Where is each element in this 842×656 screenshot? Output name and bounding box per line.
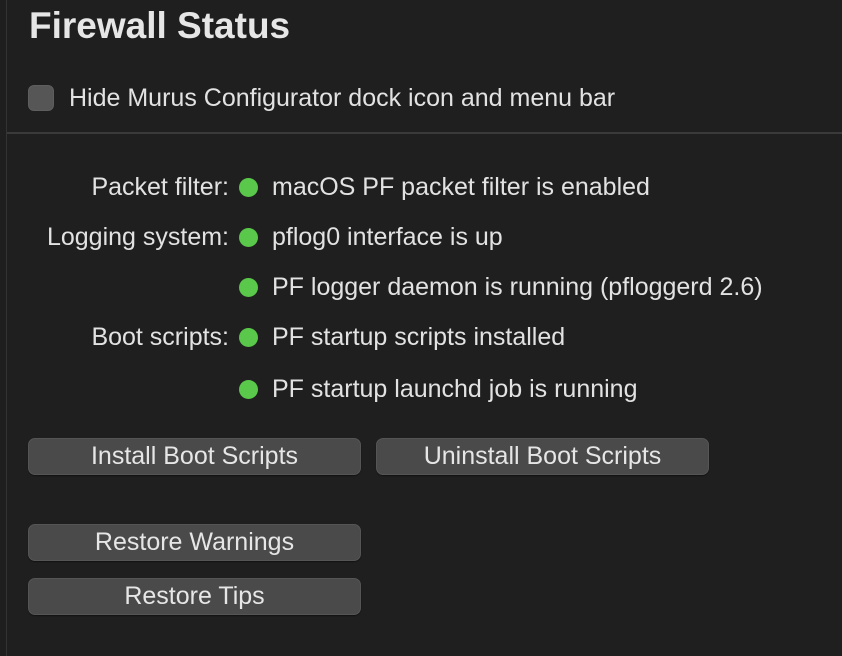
status-row-packet-filter: Packet filter: macOS PF packet filter is… — [0, 171, 842, 203]
launchd-status: PF startup launchd job is running — [272, 375, 638, 403]
uninstall-boot-scripts-button[interactable]: Uninstall Boot Scripts — [376, 438, 709, 475]
status-row-boot-scripts: Boot scripts: PF startup scripts install… — [0, 321, 842, 353]
install-boot-scripts-button[interactable]: Install Boot Scripts — [28, 438, 361, 475]
section-separator — [7, 132, 842, 134]
hide-dock-label[interactable]: Hide Murus Configurator dock icon and me… — [69, 84, 615, 113]
status-row-logging: Logging system: pflog0 interface is up — [0, 221, 842, 253]
hide-dock-checkbox[interactable] — [28, 85, 54, 111]
restore-warnings-button[interactable]: Restore Warnings — [28, 524, 361, 561]
page-title: Firewall Status — [29, 5, 291, 46]
startup-scripts-status: PF startup scripts installed — [272, 323, 566, 351]
status-row-launchd: PF startup launchd job is running — [0, 373, 842, 405]
status-indicator-green-icon — [239, 228, 258, 247]
status-indicator-green-icon — [239, 328, 258, 347]
packet-filter-label: Packet filter: — [91, 173, 229, 201]
logging-system-label: Logging system: — [46, 223, 229, 251]
boot-scripts-label: Boot scripts: — [91, 323, 229, 351]
status-indicator-green-icon — [239, 178, 258, 197]
pflog-status: pflog0 interface is up — [272, 223, 503, 251]
status-row-logger-daemon: PF logger daemon is running (pfloggerd 2… — [0, 271, 842, 303]
hide-dock-option[interactable]: Hide Murus Configurator dock icon and me… — [28, 82, 615, 114]
firewall-status-panel: Firewall Status Hide Murus Configurator … — [0, 0, 842, 656]
restore-tips-button[interactable]: Restore Tips — [28, 578, 361, 615]
packet-filter-status: macOS PF packet filter is enabled — [272, 173, 650, 201]
logger-daemon-status: PF logger daemon is running (pfloggerd 2… — [272, 273, 763, 301]
status-indicator-green-icon — [239, 278, 258, 297]
status-indicator-green-icon — [239, 380, 258, 399]
